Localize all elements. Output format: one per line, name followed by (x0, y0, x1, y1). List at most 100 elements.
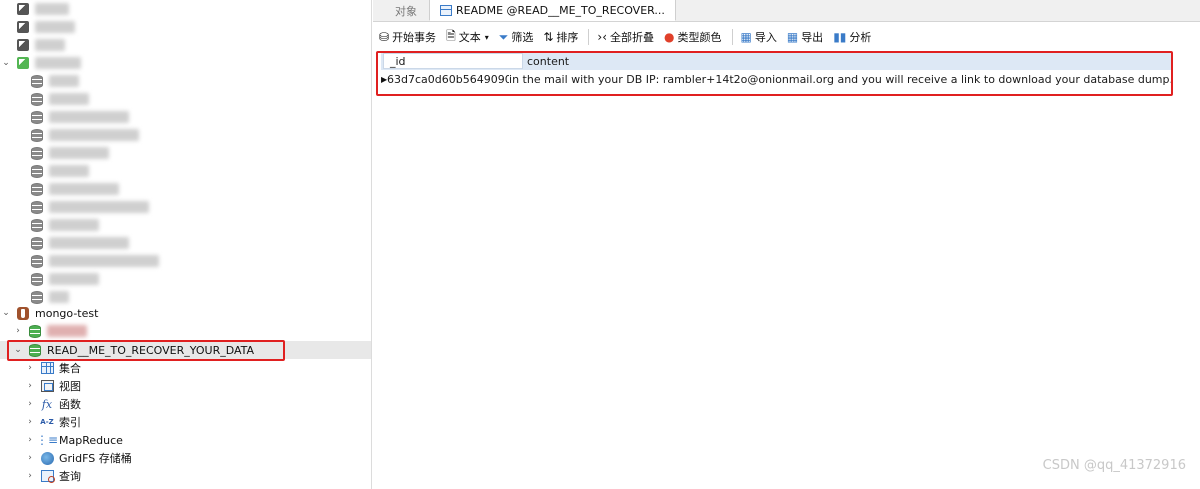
filter-button[interactable]: ⏷ 筛选 (499, 29, 534, 45)
tree-row-database[interactable] (0, 198, 371, 216)
database-icon (30, 110, 44, 124)
analyze-button[interactable]: ▮▮ 分析 (833, 29, 871, 45)
gridfs-icon (40, 451, 54, 465)
toolbar-divider (588, 29, 590, 45)
chevron-right-icon[interactable]: › (24, 435, 36, 445)
database-icon (30, 290, 44, 304)
chevron-right-icon[interactable]: › (24, 453, 36, 463)
blurred-label (35, 3, 69, 15)
tree-row-selected-database[interactable]: ⌄ READ__ME_TO_RECOVER_YOUR_DATA (0, 341, 371, 359)
tree-row-database[interactable] (0, 252, 371, 270)
dropdown-arrow-icon: ▾ (484, 32, 489, 42)
chevron-right-icon[interactable]: › (24, 363, 36, 373)
database-icon (30, 74, 44, 88)
color-palette-icon: ● (664, 30, 675, 44)
database-icon (28, 324, 42, 338)
cell-id[interactable]: 63d7ca0d60b5649090886 (387, 73, 509, 86)
cell-content[interactable]: in the mail with your DB IP: rambler+14t… (509, 73, 1173, 86)
blurred-label (35, 21, 75, 33)
tree-row-views[interactable]: › 视图 (0, 377, 371, 395)
tree-row-database[interactable] (0, 90, 371, 108)
database-icon (30, 164, 44, 178)
tree-row-database[interactable] (0, 162, 371, 180)
tab-objects[interactable]: 对象 (373, 0, 429, 21)
tree-row-queries[interactable]: › 查询 (0, 467, 371, 485)
sort-icon: ⇅ (543, 30, 554, 44)
tree-row-connection[interactable] (0, 18, 371, 36)
mongodb-leaf-icon (16, 306, 30, 320)
transaction-icon: ⛁ (379, 30, 390, 44)
watermark: CSDN @qq_41372916 (1042, 458, 1186, 473)
tree-row-database[interactable] (0, 108, 371, 126)
chevron-right-icon[interactable]: › (24, 381, 36, 391)
database-icon (30, 200, 44, 214)
column-header-content[interactable]: content (523, 55, 569, 68)
column-header-id[interactable]: _id (383, 53, 523, 69)
tree-row-connection-open[interactable]: ⌄ (0, 54, 371, 72)
begin-transaction-button[interactable]: ⛁ 开始事务 (379, 29, 436, 45)
chevron-down-icon[interactable]: ⌄ (12, 345, 24, 355)
tree-row-gridfs[interactable]: › GridFS 存储桶 (0, 449, 371, 467)
connection-label: mongo-test (35, 306, 99, 320)
tab-bar: 对象 README @READ__ME_TO_RECOVER... (373, 0, 1200, 22)
tree-row-database[interactable] (0, 216, 371, 234)
tree-row-database[interactable] (0, 180, 371, 198)
document-grid: _id content ▶ 63d7ca0d60b5649090886 in t… (381, 52, 1173, 88)
chevron-right-icon[interactable]: › (24, 471, 36, 481)
tree-row-mapreduce[interactable]: › ⋮≡ MapReduce (0, 431, 371, 449)
database-icon (30, 254, 44, 268)
tree-row-database[interactable] (0, 72, 371, 90)
database-icon (30, 272, 44, 286)
document-icon: 🗎 (446, 28, 456, 43)
chevron-right-icon[interactable]: › (24, 417, 36, 427)
index-icon: A-Z (40, 418, 54, 426)
database-icon (30, 92, 44, 106)
toolbar-divider (731, 29, 733, 45)
view-icon (40, 379, 54, 393)
tab-readme[interactable]: README @READ__ME_TO_RECOVER... (429, 0, 676, 21)
import-icon: ▦ (740, 30, 752, 44)
tree-row-database[interactable] (0, 144, 371, 162)
mapreduce-icon: ⋮≡ (35, 433, 59, 447)
tree-row-database[interactable]: › (0, 322, 371, 340)
collection-icon (40, 361, 54, 375)
chevron-down-icon[interactable]: ⌄ (0, 58, 12, 68)
database-icon (30, 128, 44, 142)
import-button[interactable]: ▦ 导入 (741, 29, 777, 45)
selected-database-label: READ__ME_TO_RECOVER_YOUR_DATA (47, 343, 255, 357)
table-row[interactable]: ▶ 63d7ca0d60b5649090886 in the mail with… (381, 70, 1173, 88)
collapse-all-button[interactable]: ›‹ 全部折叠 (597, 29, 654, 45)
export-button[interactable]: ▦ 导出 (787, 29, 823, 45)
chevron-right-icon[interactable]: › (12, 326, 24, 336)
export-icon: ▦ (786, 30, 799, 44)
bar-chart-icon: ▮▮ (833, 30, 847, 44)
database-icon (30, 182, 44, 196)
database-icon (30, 146, 44, 160)
type-color-button[interactable]: ● 类型颜色 (664, 29, 721, 45)
grid-header: _id content (381, 52, 1173, 70)
navigation-tree: ⌄ ⌄ mongo-test › ⌄ READ__ME_TO_RECOVER_Y… (0, 0, 372, 489)
sort-button[interactable]: ⇅ 排序 (543, 29, 578, 45)
collection-icon (440, 4, 452, 16)
tree-row-database[interactable] (0, 270, 371, 288)
toolbar: ⛁ 开始事务 🗎 文本 ▾ ⏷ 筛选 ⇅ 排序 ›‹ 全部折叠 ● 类型颜色 ▦ 导入 ▦ 导出 … (373, 26, 1200, 48)
tree-row-connection[interactable] (0, 0, 371, 18)
tree-row-functions[interactable]: › fx 函数 (0, 395, 371, 413)
tree-row-database[interactable] (0, 234, 371, 252)
tree-row-indexes[interactable]: › A-Z 索引 (0, 413, 371, 431)
database-icon (30, 218, 44, 232)
tree-row-collections[interactable]: › 集合 (0, 359, 371, 377)
text-view-button[interactable]: 🗎 文本 ▾ (446, 27, 489, 48)
connection-icon (16, 2, 30, 16)
document-panel: 对象 README @READ__ME_TO_RECOVER... ⛁ 开始事务 … (373, 0, 1200, 489)
blurred-label (35, 57, 81, 69)
tree-row-mongo-connection[interactable]: ⌄ mongo-test (0, 304, 371, 322)
query-icon (40, 469, 55, 483)
database-icon (30, 236, 44, 250)
chevron-right-icon[interactable]: › (24, 399, 36, 409)
tree-row-connection[interactable] (0, 36, 371, 54)
chevron-down-icon[interactable]: ⌄ (0, 308, 12, 318)
function-icon: fx (41, 397, 53, 411)
tree-row-database[interactable] (0, 126, 371, 144)
connection-icon (16, 56, 30, 70)
